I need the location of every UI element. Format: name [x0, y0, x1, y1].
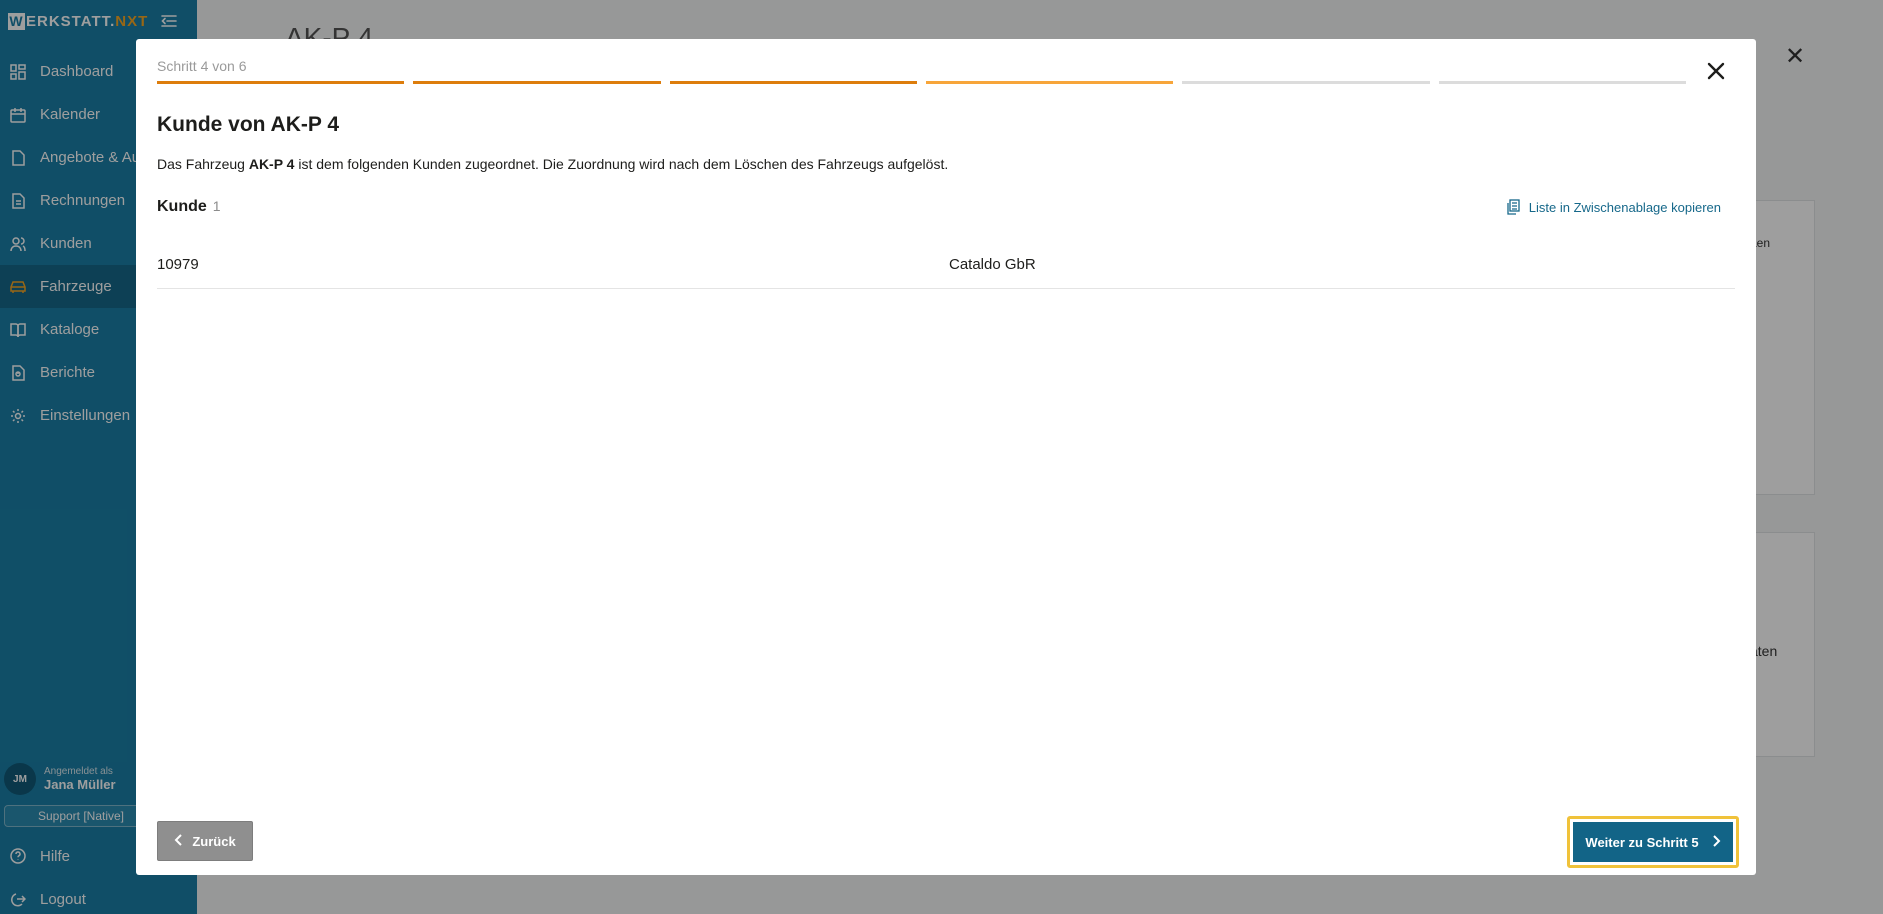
modal-title: Kunde von AK-P 4 [157, 113, 340, 136]
next-label: Weiter zu Schritt 5 [1585, 834, 1699, 850]
clipboard-icon [1506, 199, 1520, 215]
chevron-left-icon [174, 833, 184, 849]
vehicle-plate: AK-P 4 [248, 156, 295, 172]
description-text: Das Fahrzeug [157, 156, 249, 172]
customer-count: 1 [212, 198, 221, 214]
section-title: Kunde [157, 198, 207, 215]
chevron-right-icon [1711, 834, 1721, 850]
customer-section-heading: Kunde 1 [157, 198, 221, 216]
delete-vehicle-wizard-modal: Schritt 4 von 6 Kunde von AK-P 4 Das Fah… [136, 39, 1756, 875]
step-progress-bar [157, 81, 1686, 84]
progress-step-3 [669, 81, 917, 84]
back-button[interactable]: Zurück [157, 821, 253, 861]
progress-step-4 [925, 81, 1174, 84]
progress-step-2 [413, 81, 661, 84]
progress-step-1 [157, 81, 405, 84]
next-step-button[interactable]: Weiter zu Schritt 5 [1567, 816, 1739, 868]
customer-number: 10979 [157, 256, 199, 273]
close-icon[interactable] [1704, 59, 1728, 83]
copy-label: Liste in Zwischenablage kopieren [1528, 199, 1721, 215]
step-indicator: Schritt 4 von 6 [157, 58, 247, 74]
progress-step-5 [1182, 81, 1430, 84]
copy-to-clipboard-button[interactable]: Liste in Zwischenablage kopieren [1506, 199, 1721, 215]
description-text: ist dem folgenden Kunden zugeordnet. Die… [294, 156, 949, 172]
table-row[interactable]: 10979 Cataldo GbR [157, 242, 1735, 289]
modal-description: Das Fahrzeug AK-P 4 ist dem folgenden Ku… [157, 156, 948, 172]
back-label: Zurück [192, 833, 236, 849]
progress-step-6 [1438, 81, 1686, 84]
customer-name: Cataldo GbR [949, 256, 1036, 273]
